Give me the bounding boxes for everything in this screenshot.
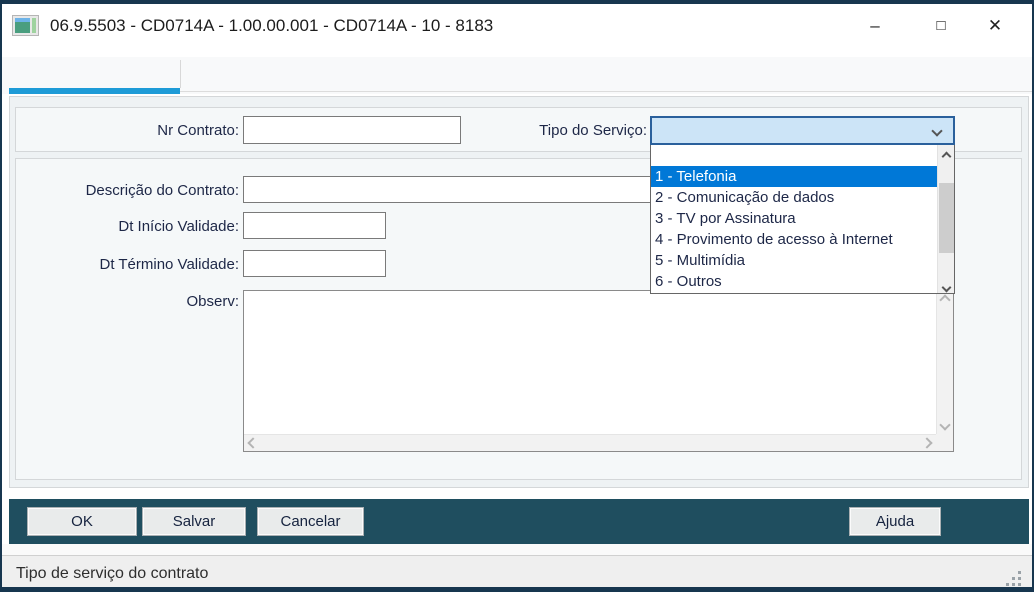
chevron-down-icon xyxy=(931,125,942,136)
scrollbar-corner xyxy=(936,434,953,451)
status-message: Tipo de serviço do contrato xyxy=(16,556,208,592)
scroll-right-icon[interactable] xyxy=(921,437,932,448)
status-bar: Tipo de serviço do contrato xyxy=(2,555,1032,591)
dialog-window: 06.9.5503 - CD0714A - 1.00.00.001 - CD07… xyxy=(0,0,1034,592)
dropdown-option[interactable]: 3 - TV por Assinatura xyxy=(651,208,937,229)
tabstrip-divider xyxy=(180,91,1032,92)
minimize-button[interactable]: – xyxy=(852,4,898,48)
maximize-button[interactable]: □ xyxy=(918,4,964,48)
dropdown-option[interactable]: 1 - Telefonia xyxy=(651,166,937,187)
dropdown-scroll-down[interactable] xyxy=(938,278,954,295)
ok-button[interactable]: OK xyxy=(27,507,137,536)
scroll-down-icon[interactable] xyxy=(939,419,950,430)
dt-termino-input[interactable] xyxy=(243,250,386,277)
action-button-bar: OK Salvar Cancelar Ajuda xyxy=(9,499,1029,544)
close-button[interactable]: ✕ xyxy=(972,4,1018,48)
minimize-icon: – xyxy=(870,16,879,35)
dt-termino-label: Dt Término Validade: xyxy=(22,256,239,273)
cancelar-button[interactable]: Cancelar xyxy=(257,507,364,536)
nr-contrato-label: Nr Contrato: xyxy=(22,122,239,139)
dropdown-scroll-thumb[interactable] xyxy=(939,183,954,253)
dropdown-option[interactable] xyxy=(651,145,937,166)
tab-active-underline xyxy=(9,88,180,94)
dt-inicio-label: Dt Início Validade: xyxy=(22,218,239,235)
descricao-label: Descrição do Contrato: xyxy=(22,182,239,199)
dt-inicio-input[interactable] xyxy=(243,212,386,239)
nr-contrato-input[interactable] xyxy=(243,116,461,144)
observ-field xyxy=(243,290,954,452)
scroll-left-icon[interactable] xyxy=(247,437,258,448)
observ-horizontal-scrollbar[interactable] xyxy=(244,434,936,451)
maximize-icon: □ xyxy=(936,17,945,34)
observ-textarea[interactable] xyxy=(244,291,936,434)
resize-grip[interactable] xyxy=(1006,571,1022,587)
close-icon: ✕ xyxy=(988,16,1002,35)
status-gap xyxy=(2,544,1032,555)
app-icon xyxy=(12,15,39,36)
dropdown-option[interactable]: 4 - Provimento de acesso à Internet xyxy=(651,229,937,250)
service-dropdown-list: 1 - Telefonia2 - Comunicação de dados3 -… xyxy=(651,145,937,293)
tabstrip-spacer xyxy=(2,48,1032,57)
tab-selected[interactable] xyxy=(9,57,180,88)
observ-vertical-scrollbar[interactable] xyxy=(936,291,953,434)
tipo-servico-label: Tipo do Serviço: xyxy=(462,122,647,139)
dropdown-option[interactable]: 2 - Comunicação de dados xyxy=(651,187,937,208)
tab-strip xyxy=(2,48,1032,94)
salvar-button[interactable]: Salvar xyxy=(142,507,246,536)
ajuda-button[interactable]: Ajuda xyxy=(849,507,941,536)
observ-label: Observ: xyxy=(22,293,239,310)
dropdown-scroll-up[interactable] xyxy=(938,147,954,164)
dropdown-option[interactable]: 6 - Outros xyxy=(651,271,937,292)
title-bar: 06.9.5503 - CD0714A - 1.00.00.001 - CD07… xyxy=(2,4,1032,48)
service-dropdown: 1 - Telefonia2 - Comunicação de dados3 -… xyxy=(650,145,955,294)
window-title: 06.9.5503 - CD0714A - 1.00.00.001 - CD07… xyxy=(50,4,493,48)
scroll-up-icon xyxy=(941,152,951,162)
tab-separator xyxy=(180,60,181,88)
scroll-up-icon[interactable] xyxy=(939,294,950,305)
dropdown-scrollbar[interactable] xyxy=(937,145,954,293)
dropdown-option[interactable]: 5 - Multimídia xyxy=(651,250,937,271)
scroll-down-icon xyxy=(941,283,951,293)
tipo-servico-combobox[interactable] xyxy=(650,116,955,145)
